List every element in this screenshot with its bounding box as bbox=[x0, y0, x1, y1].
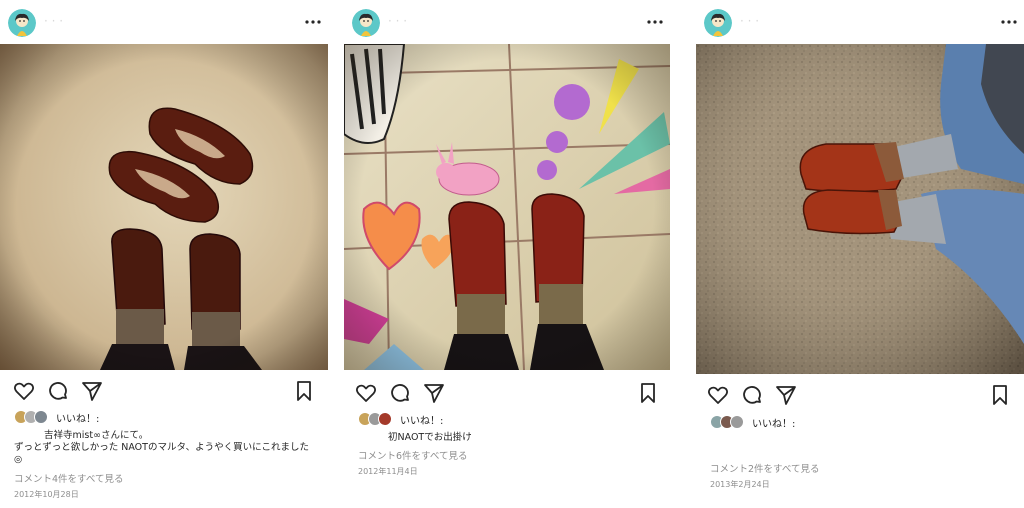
likes-row[interactable]: いいね！: bbox=[710, 415, 950, 433]
likes-row[interactable]: いいね！: bbox=[14, 410, 254, 428]
post-card-3: · · · いいね！: コメント2件をすべて見る 2013年2月24日 bbox=[696, 0, 1024, 508]
username[interactable]: · · · bbox=[740, 14, 759, 28]
caption-line: 吉祥寺mist∞さんにて。 bbox=[44, 430, 149, 441]
action-bar bbox=[0, 379, 328, 407]
heart-icon[interactable] bbox=[706, 383, 730, 407]
likes-label: いいね！: bbox=[752, 419, 796, 430]
username[interactable]: · · · bbox=[388, 14, 407, 28]
more-dots-icon[interactable] bbox=[998, 12, 1020, 32]
post-card-2: · · · いいね！: 初NAOTでお出掛け コメント6件をすべて見る 2012… bbox=[344, 0, 670, 508]
action-bar bbox=[696, 383, 1024, 411]
post-date: 2012年10月28日 bbox=[14, 490, 79, 499]
avatar[interactable] bbox=[704, 9, 732, 37]
post-photo[interactable] bbox=[344, 44, 670, 370]
bookmark-icon[interactable] bbox=[292, 379, 316, 403]
caption-line: ◎ bbox=[14, 454, 23, 465]
more-dots-icon[interactable] bbox=[644, 12, 666, 32]
send-paper-plane-icon[interactable] bbox=[80, 379, 104, 403]
post-card-1: · · · いいね！: 吉祥寺mist∞さんにて。 ずっとずっと欲しかった NA… bbox=[0, 0, 328, 508]
heart-icon[interactable] bbox=[12, 379, 36, 403]
comment-bubble-icon[interactable] bbox=[46, 379, 70, 403]
view-all-comments-link[interactable]: コメント4件をすべて見る bbox=[14, 471, 124, 485]
post-date: 2012年11月4日 bbox=[358, 467, 418, 476]
avatar[interactable] bbox=[8, 9, 36, 37]
username[interactable]: · · · bbox=[44, 14, 63, 28]
send-paper-plane-icon[interactable] bbox=[422, 381, 446, 405]
likes-row[interactable]: いいね！: bbox=[358, 412, 598, 430]
bookmark-icon[interactable] bbox=[636, 381, 660, 405]
caption: 吉祥寺mist∞さんにて。 ずっとずっと欲しかった NAOTのマルタ、ようやく買… bbox=[14, 430, 322, 466]
post-photo[interactable] bbox=[0, 44, 328, 370]
post-date: 2013年2月24日 bbox=[710, 480, 770, 489]
comment-bubble-icon[interactable] bbox=[388, 381, 412, 405]
comment-bubble-icon[interactable] bbox=[740, 383, 764, 407]
liker-avatar bbox=[34, 410, 48, 424]
post-photo[interactable] bbox=[696, 44, 1024, 374]
likes-label: いいね！: bbox=[56, 414, 100, 425]
caption-line: ずっとずっと欲しかった NAOTのマルタ、ようやく買いにこれました bbox=[14, 442, 309, 453]
heart-icon[interactable] bbox=[354, 381, 378, 405]
bookmark-icon[interactable] bbox=[988, 383, 1012, 407]
post-header: · · · bbox=[344, 0, 670, 44]
avatar[interactable] bbox=[352, 9, 380, 37]
liker-avatar bbox=[378, 412, 392, 426]
caption: 初NAOTでお出掛け bbox=[358, 432, 658, 444]
likes-label: いいね！: bbox=[400, 416, 444, 427]
action-bar bbox=[344, 381, 670, 409]
post-header: · · · bbox=[0, 0, 328, 44]
view-all-comments-link[interactable]: コメント6件をすべて見る bbox=[358, 448, 468, 462]
post-header: · · · bbox=[696, 0, 1024, 44]
liker-avatar bbox=[730, 415, 744, 429]
send-paper-plane-icon[interactable] bbox=[774, 383, 798, 407]
caption-line: 初NAOTでお出掛け bbox=[388, 432, 472, 443]
view-all-comments-link[interactable]: コメント2件をすべて見る bbox=[710, 461, 820, 475]
more-dots-icon[interactable] bbox=[302, 12, 324, 32]
